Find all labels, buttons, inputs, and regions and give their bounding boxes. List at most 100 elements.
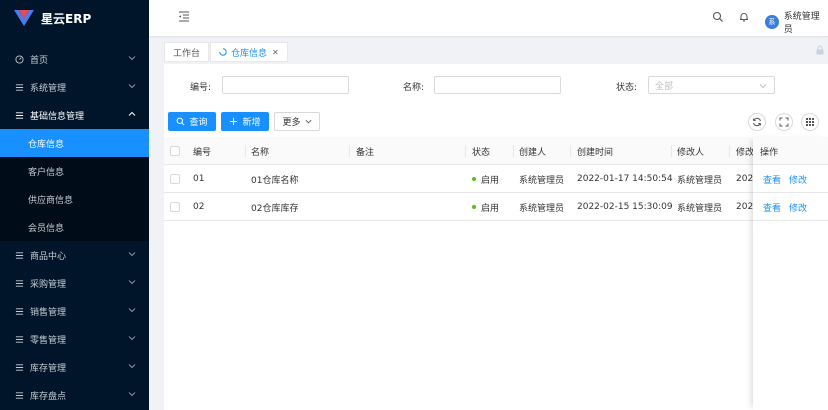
column-divider xyxy=(729,145,730,157)
chevron-up-icon xyxy=(128,111,136,116)
view-link[interactable]: 查看 xyxy=(763,201,781,214)
plus-icon xyxy=(230,117,238,126)
logo[interactable]: 星云ERP xyxy=(0,0,149,36)
top-header: 系 系统管理员 xyxy=(149,0,828,36)
submenu-basic-info: 仓库信息 客户信息 供应商信息 会员信息 xyxy=(0,129,149,241)
status-select[interactable]: 全部 xyxy=(648,76,775,94)
actions-column: 操作 查看 修改 查看 修改 xyxy=(753,137,828,410)
list-icon xyxy=(14,390,24,400)
column-divider xyxy=(245,145,246,157)
table-row[interactable]: 02 02仓库库存 启用 系统管理员 2022-02-15 15:30:09 系… xyxy=(164,193,828,221)
status-label: 状态: xyxy=(616,83,638,93)
chevron-down-icon xyxy=(128,336,136,341)
column-settings-button[interactable] xyxy=(801,113,819,131)
column-header[interactable]: 修改人 xyxy=(677,137,704,165)
sidebar-item-inventory[interactable]: 库存管理 xyxy=(0,353,149,381)
chevron-down-icon xyxy=(128,308,136,313)
actions-header: 操作 xyxy=(753,137,828,165)
chevron-down-icon xyxy=(128,56,136,61)
code-input[interactable] xyxy=(222,76,349,94)
status-dot xyxy=(472,177,476,181)
name-input[interactable] xyxy=(434,76,561,94)
actions-row: 查看 修改 xyxy=(753,193,828,221)
close-icon[interactable]: ✕ xyxy=(272,48,279,57)
sidebar-item-stocktake[interactable]: 库存盘点 xyxy=(0,381,149,409)
page-tabs: 工作台 仓库信息 ✕ xyxy=(164,42,828,62)
sidebar-item-system[interactable]: 系统管理 xyxy=(0,73,149,101)
list-icon xyxy=(14,250,24,260)
sidebar-item-member[interactable]: 会员信息 xyxy=(0,213,149,241)
sidebar-item-label: 销售管理 xyxy=(30,307,67,318)
sidebar-item-supplier[interactable]: 供应商信息 xyxy=(0,185,149,213)
list-icon xyxy=(14,278,24,288)
menu-fold-icon[interactable] xyxy=(177,9,191,23)
cell-created: 2022-01-17 14:50:54 xyxy=(577,174,673,184)
sidebar-item-home[interactable]: 首页 xyxy=(0,45,149,73)
sidebar-item-label: 零售管理 xyxy=(30,335,67,346)
sidebar-item-retail[interactable]: 零售管理 xyxy=(0,325,149,353)
cell-name: 02仓库库存 xyxy=(251,203,299,214)
column-header[interactable]: 修改时 xyxy=(736,137,753,165)
lock-icon[interactable] xyxy=(815,45,825,55)
more-button-label: 更多 xyxy=(282,118,301,128)
sidebar-item-purchase[interactable]: 采购管理 xyxy=(0,269,149,297)
select-all-checkbox[interactable] xyxy=(170,146,180,156)
sidebar-item-sales[interactable]: 销售管理 xyxy=(0,297,149,325)
fullscreen-button[interactable] xyxy=(775,113,793,131)
sidebar-item-label: 采购管理 xyxy=(30,279,67,290)
bell-icon[interactable] xyxy=(738,11,750,23)
brand-name: 星云ERP xyxy=(41,11,92,26)
sidebar-item-label: 系统管理 xyxy=(30,83,67,94)
cell-created: 2022-02-15 15:30:09 xyxy=(577,202,673,212)
chevron-down-icon xyxy=(128,392,136,397)
edit-link[interactable]: 修改 xyxy=(789,173,807,186)
row-checkbox[interactable] xyxy=(170,174,180,184)
column-divider xyxy=(465,145,466,157)
tab-workbench[interactable]: 工作台 xyxy=(164,42,210,62)
grid-icon xyxy=(806,118,814,126)
sidebar-item-label: 商品中心 xyxy=(30,251,67,262)
main-panel: 编号: 名称: 状态: 全部 查询 新增 更多 编号 名称 备注 状态 创建人 … xyxy=(164,64,828,410)
table-row[interactable]: 01 01仓库名称 启用 系统管理员 2022-01-17 14:50:54 系… xyxy=(164,165,828,193)
username: 系统管理员 xyxy=(783,12,820,35)
sidebar-item-products[interactable]: 商品中心 xyxy=(0,241,149,269)
cell-creator: 系统管理员 xyxy=(519,203,565,214)
sidebar-item-label: 基础信息管理 xyxy=(30,111,85,122)
column-header[interactable]: 名称 xyxy=(251,137,269,165)
sidebar-item-customer[interactable]: 客户信息 xyxy=(0,157,149,185)
sidebar-item-label: 库存管理 xyxy=(30,363,67,374)
search-icon[interactable] xyxy=(712,11,724,23)
cell-modified: 2022 xyxy=(736,174,753,184)
add-button[interactable]: 新增 xyxy=(221,112,269,131)
loading-icon xyxy=(219,48,227,56)
sidebar-item-warehouse[interactable]: 仓库信息 xyxy=(0,129,149,157)
user-menu[interactable]: 系 系统管理员 xyxy=(765,9,828,35)
column-header[interactable]: 创建时间 xyxy=(577,137,613,165)
row-checkbox-cell xyxy=(170,193,180,221)
more-button[interactable]: 更多 xyxy=(274,112,320,131)
tab-label: 工作台 xyxy=(173,48,201,59)
list-icon xyxy=(14,110,24,120)
column-header[interactable]: 编号 xyxy=(193,137,211,165)
dashboard-icon xyxy=(14,54,24,64)
fullscreen-icon xyxy=(779,117,789,127)
status-text: 启用 xyxy=(481,203,500,214)
sidebar-menu: 首页 系统管理 基础信息管理 仓库信息 客户信息 供应商信息 会员信息 商品中心 xyxy=(0,45,149,409)
query-button[interactable]: 查询 xyxy=(168,112,216,131)
warehouse-table: 编号 名称 备注 状态 创建人 创建时间 修改人 修改时 01 01仓库名称 启… xyxy=(164,137,828,221)
edit-link[interactable]: 修改 xyxy=(789,201,807,214)
actions-row: 查看 修改 xyxy=(753,165,828,193)
column-header[interactable]: 状态 xyxy=(472,137,490,165)
column-header[interactable]: 创建人 xyxy=(519,137,546,165)
column-divider xyxy=(349,145,350,157)
sidebar-item-basic-info[interactable]: 基础信息管理 xyxy=(0,101,149,129)
view-link[interactable]: 查看 xyxy=(763,173,781,186)
chevron-down-icon xyxy=(128,364,136,369)
tab-warehouse[interactable]: 仓库信息 ✕ xyxy=(210,42,288,62)
row-checkbox[interactable] xyxy=(170,202,180,212)
refresh-button[interactable] xyxy=(748,113,766,131)
column-header[interactable]: 备注 xyxy=(356,137,374,165)
refresh-icon xyxy=(752,117,762,127)
avatar: 系 xyxy=(765,15,779,29)
sidebar: 星云ERP 首页 系统管理 基础信息管理 仓库信息 客户信息 供应商信息 会员信… xyxy=(0,0,149,410)
